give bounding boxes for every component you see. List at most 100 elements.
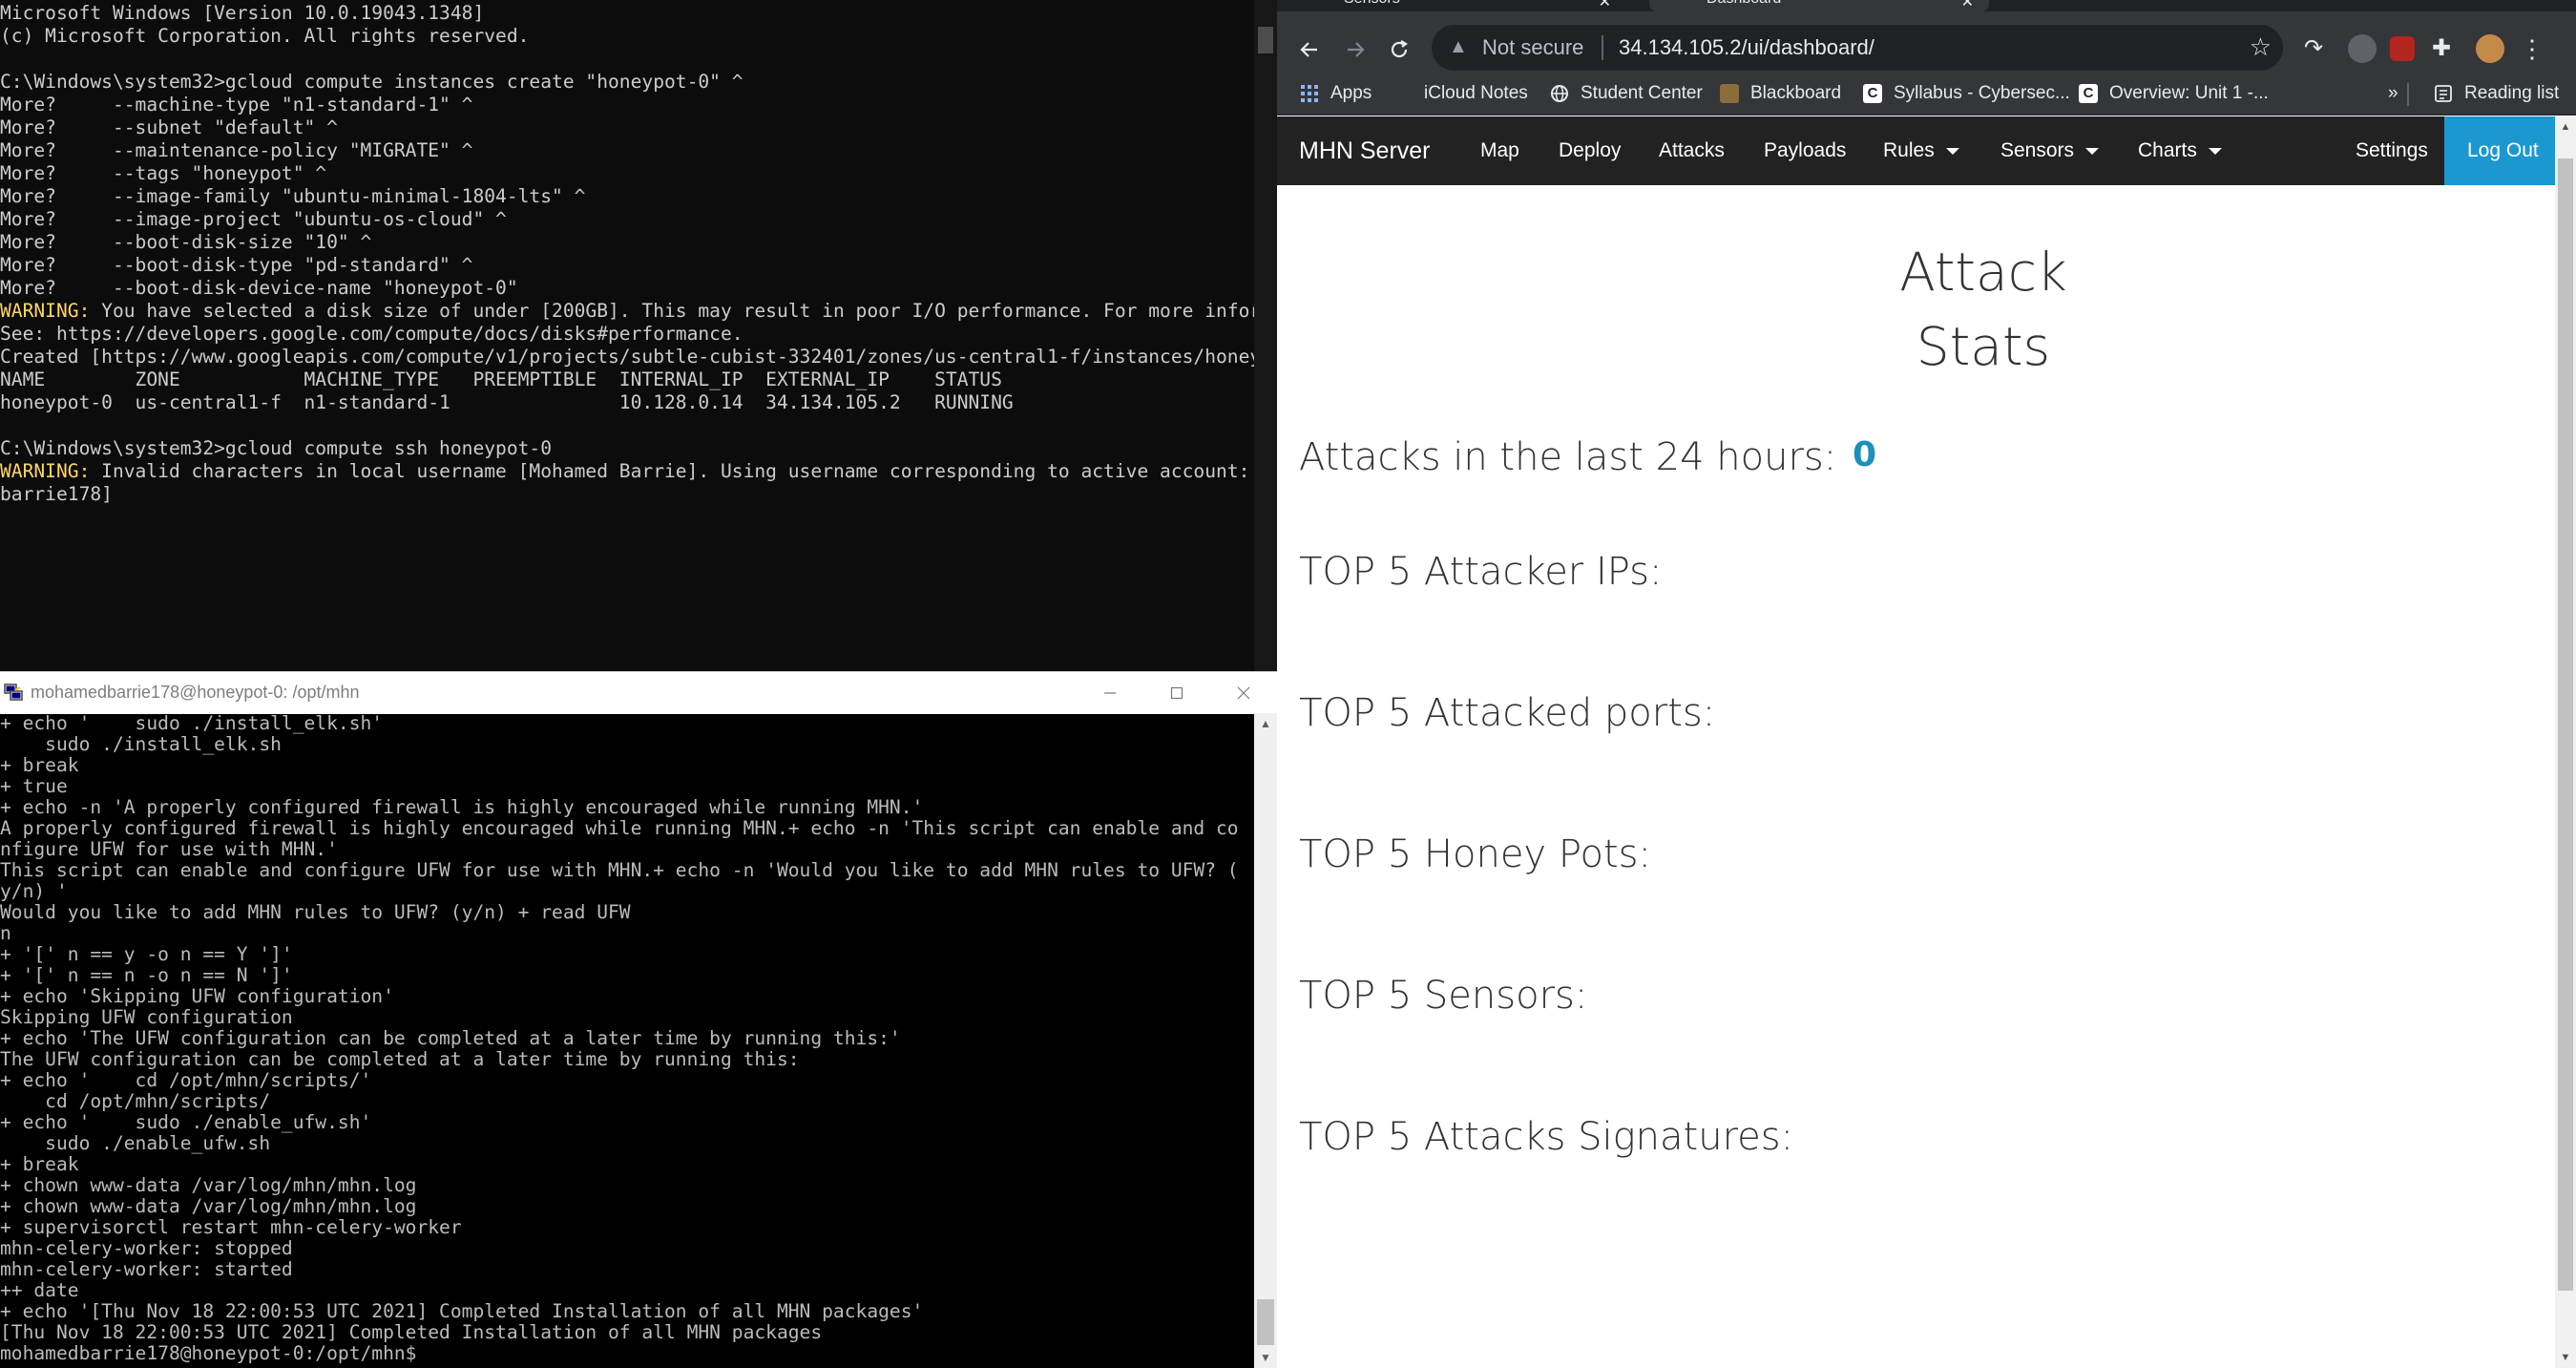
bookmark-icloud-notes[interactable]: iCloud Notes	[1393, 81, 1528, 106]
nav-sensors-dropdown[interactable]: Sensors	[2000, 116, 2100, 185]
bookmark-blackboard[interactable]: Blackboard	[1720, 81, 1841, 106]
cmd-line: More? --subnet "default" ^	[0, 116, 338, 138]
extension-mask-icon[interactable]	[2348, 34, 2377, 63]
nav-label: Sensors	[2000, 139, 2075, 161]
terminal-line: mhn-celery-worker: started	[0, 1258, 293, 1280]
page-title: Attack Stats	[1792, 235, 2174, 384]
cmd-line: barrie178]	[0, 483, 113, 505]
bookmark-label: iCloud Notes	[1424, 83, 1528, 103]
not-secure-label[interactable]: Not secure	[1482, 35, 1583, 60]
terminal-line: + echo -n 'A properly configured firewal…	[0, 796, 924, 818]
more-bookmarks-button[interactable]: »	[2388, 81, 2398, 106]
forward-button[interactable]	[1336, 31, 1374, 69]
putty-scroll-thumb[interactable]	[1257, 1299, 1274, 1345]
share-icon[interactable]: ↷	[2304, 34, 2333, 63]
close-icon[interactable]: ✕	[1599, 0, 1611, 11]
nav-map[interactable]: Map	[1480, 116, 1519, 185]
ublock-icon[interactable]	[2390, 36, 2415, 61]
cmd-window[interactable]: Microsoft Windows [Version 10.0.19043.13…	[0, 0, 1277, 671]
terminal-line: + echo ' sudo ./enable_ufw.sh'	[0, 1111, 372, 1133]
terminal-line: y/n) '	[0, 880, 68, 902]
warning-prefix: WARNING:	[0, 300, 91, 322]
reload-button[interactable]	[1380, 31, 1418, 69]
cmd-line: More? --machine-type "n1-standard-1" ^	[0, 94, 473, 116]
terminal-line: + chown www-data /var/log/mhn/mhn.log	[0, 1174, 417, 1196]
terminal-line: cd /opt/mhn/scripts/	[0, 1090, 271, 1112]
brand-link[interactable]: MHN Server	[1299, 116, 1431, 185]
reload-icon	[1391, 40, 1408, 58]
putty-scrollbar[interactable]: ▲ ▼	[1254, 713, 1277, 1368]
nav-charts-dropdown[interactable]: Charts	[2138, 116, 2222, 185]
apps-icon	[1301, 85, 1318, 102]
putty-terminal-output[interactable]: + echo ' sudo ./install_elk.sh' sudo ./i…	[0, 713, 1254, 1364]
terminal-line: + '[' n == n -o n == N ']'	[0, 964, 293, 986]
cmd-output: Microsoft Windows [Version 10.0.19043.13…	[0, 2, 1277, 506]
address-bar[interactable]: ▲ Not secure 34.134.105.2/ui/dashboard/ …	[1432, 25, 2283, 71]
cmd-scroll-thumb[interactable]	[1258, 27, 1273, 53]
maximize-button[interactable]	[1143, 672, 1210, 714]
brand-label: MHN Server	[1299, 137, 1431, 164]
nav-attacks[interactable]: Attacks	[1659, 116, 1725, 185]
terminal-line: + true	[0, 775, 68, 797]
caret-down-icon	[2208, 147, 2222, 155]
nav-rules-dropdown[interactable]: Rules	[1883, 116, 1959, 185]
tab-sensors[interactable]: Sensors ✕	[1287, 0, 1626, 11]
browser-toolbar: ▲ Not secure 34.134.105.2/ui/dashboard/ …	[1277, 11, 2576, 84]
close-button[interactable]	[1210, 672, 1277, 714]
nav-deploy[interactable]: Deploy	[1559, 116, 1621, 185]
top-sensors-heading: TOP 5 Sensors:	[1299, 974, 1588, 1018]
more-vert-icon[interactable]: ⋮	[2518, 34, 2546, 63]
putty-titlebar[interactable]: mohamedbarrie178@honeypot-0: /opt/mhn	[0, 671, 1277, 714]
forward-arrow-icon	[1348, 42, 1365, 57]
scroll-down-icon[interactable]: ▼	[1254, 1347, 1277, 1368]
back-button[interactable]	[1290, 31, 1329, 69]
bookmark-apps[interactable]: Apps	[1300, 81, 1372, 106]
tab-label: Sensors	[1344, 0, 1400, 8]
caret-down-icon	[2085, 147, 2100, 155]
close-icon[interactable]: ✕	[1961, 0, 1974, 11]
page-scrollbar[interactable]: ▲ ▼	[2555, 116, 2576, 1368]
putty-window[interactable]: mohamedbarrie178@honeypot-0: /opt/mhn + …	[0, 671, 1277, 1368]
cmd-line: C:\Windows\system32>gcloud compute ssh h…	[0, 437, 553, 459]
nav-label: Rules	[1883, 139, 1935, 161]
avatar[interactable]	[2476, 34, 2504, 63]
nav-settings[interactable]: Settings	[2356, 116, 2428, 185]
terminal-prompt[interactable]: mohamedbarrie178@honeypot-0:/opt/mhn$	[0, 1343, 1254, 1364]
putty-window-title: mohamedbarrie178@honeypot-0: /opt/mhn	[31, 683, 360, 702]
bookmark-label: Blackboard	[1750, 83, 1842, 103]
logout-button[interactable]: Log Out	[2444, 116, 2562, 185]
terminal-line: sudo ./install_elk.sh	[0, 733, 282, 755]
cmd-scrollbar[interactable]	[1254, 0, 1277, 671]
bookmark-student-center[interactable]: Student Center	[1550, 81, 1703, 106]
apple-icon	[1393, 84, 1413, 103]
tab-dashboard[interactable]: Dashboard ✕	[1649, 0, 1989, 11]
minimize-icon	[1104, 692, 1116, 694]
browser-window[interactable]: Sensors ✕ Dashboard ✕ ▲ Not secure 34.13…	[1277, 0, 2576, 1368]
top-attack-signatures-heading: TOP 5 Attacks Signatures:	[1299, 1115, 1794, 1159]
separator	[1602, 35, 1603, 60]
bookmark-star-icon[interactable]: ☆	[2250, 32, 2272, 62]
terminal-line: + break	[0, 754, 79, 776]
dashboard-content: Attack Stats Attacks in the last 24 hour…	[1277, 185, 2555, 1368]
putty-icon	[4, 684, 23, 701]
scroll-up-icon[interactable]: ▲	[1254, 713, 1277, 734]
globe-icon	[1551, 85, 1568, 102]
bookmark-syllabus[interactable]: C Syllabus - Cybersec...	[1863, 81, 2070, 106]
extensions-puzzle-icon[interactable]: ✚	[2432, 34, 2461, 63]
title-line: Stats	[1916, 316, 2051, 377]
reading-list-button[interactable]: Reading list	[2434, 81, 2559, 106]
warning-triangle-icon[interactable]: ▲	[1449, 36, 1468, 58]
cmd-line: More? --boot-disk-size "10" ^	[0, 231, 372, 253]
page-scroll-thumb[interactable]	[2558, 158, 2573, 1291]
terminal-line: + '[' n == y -o n == Y ']'	[0, 943, 293, 965]
scroll-down-icon[interactable]: ▼	[2555, 1347, 2576, 1368]
nav-payloads[interactable]: Payloads	[1764, 116, 1846, 185]
bookmark-label: Apps	[1330, 83, 1372, 103]
url-text[interactable]: 34.134.105.2/ui/dashboard/	[1619, 35, 1874, 60]
bookmark-overview[interactable]: C Overview: Unit 1 -...	[2079, 81, 2269, 106]
minimize-button[interactable]	[1077, 672, 1143, 714]
coursera-icon: C	[1863, 84, 1882, 103]
scroll-up-icon[interactable]: ▲	[2555, 116, 2576, 137]
terminal-line: + echo ' sudo ./install_elk.sh'	[0, 712, 384, 734]
terminal-line: Would you like to add MHN rules to UFW? …	[0, 901, 631, 923]
